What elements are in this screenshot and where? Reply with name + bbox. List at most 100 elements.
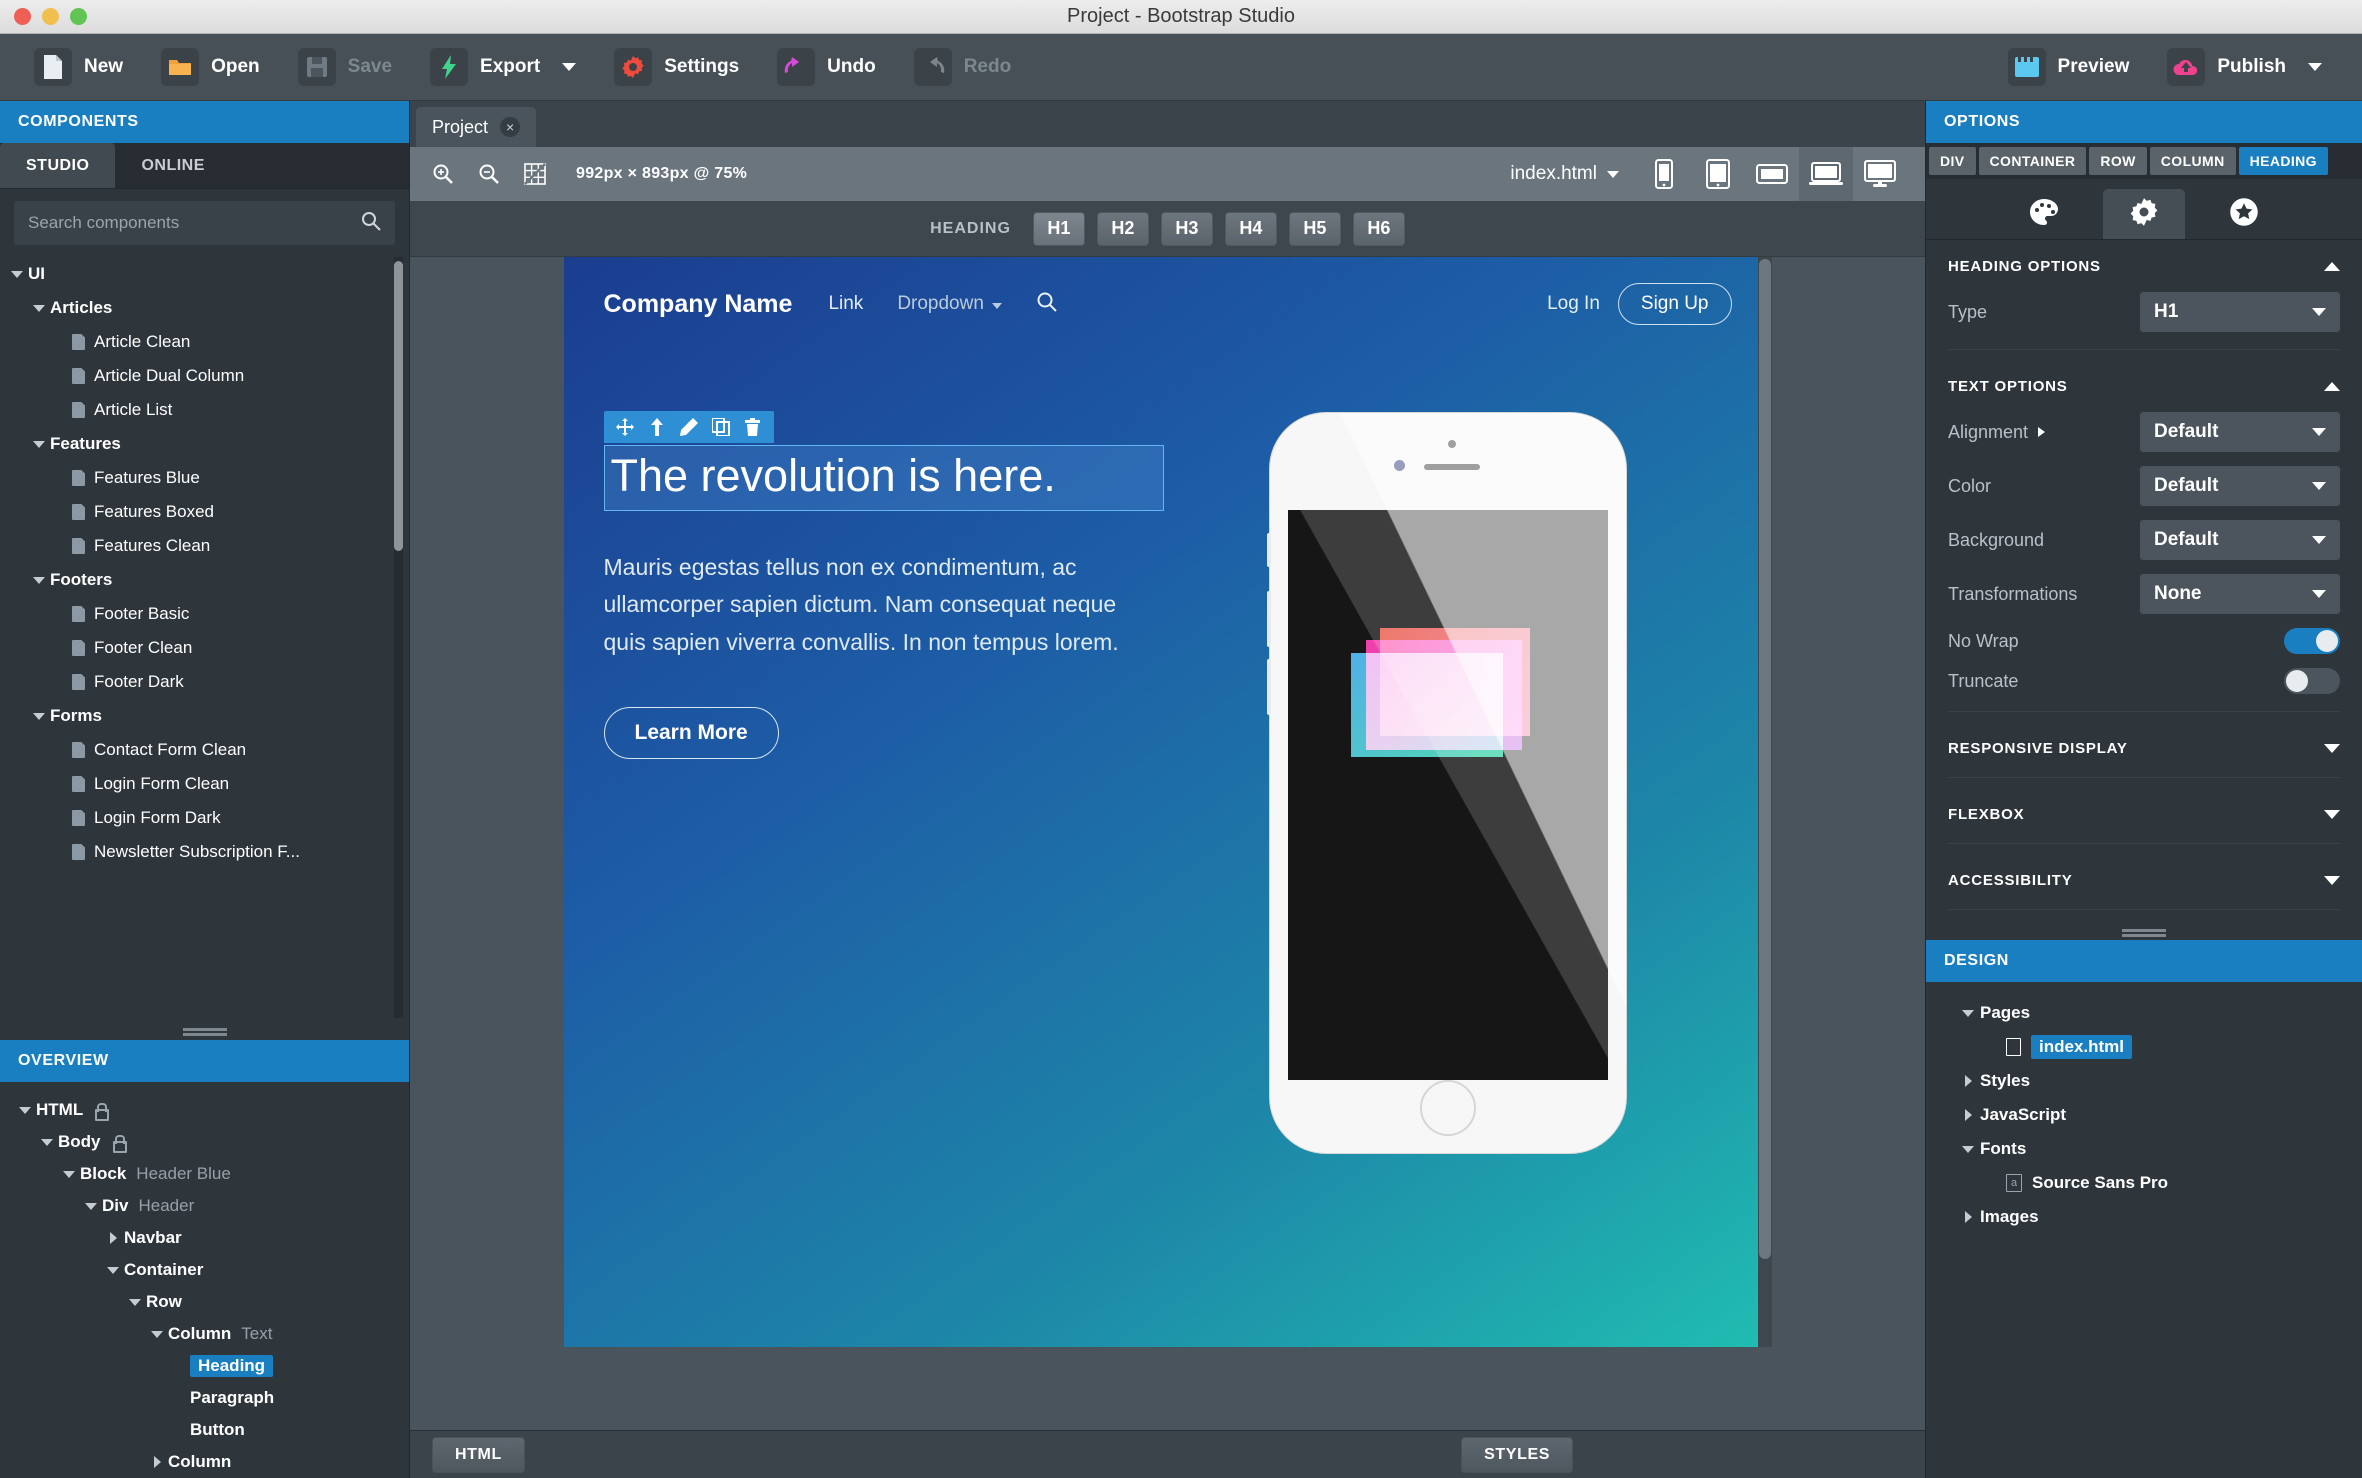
search-icon[interactable] [361, 211, 381, 236]
section-header-heading-options[interactable]: HEADING OPTIONS [1926, 240, 2362, 285]
breadcrumb-row[interactable]: ROW [2089, 147, 2146, 175]
tree-toggle[interactable] [124, 1299, 146, 1306]
heading-h4-button[interactable]: H4 [1225, 212, 1277, 246]
file-selector[interactable]: index.html [1492, 163, 1637, 185]
tab-studio[interactable]: STUDIO [0, 143, 115, 188]
overview-tree-row[interactable]: ColumnText [6, 1318, 409, 1350]
new-button[interactable]: New [18, 42, 139, 92]
hero-heading[interactable]: The revolution is here. [604, 445, 1164, 511]
component-item-row[interactable]: Newsletter Subscription F... [6, 835, 409, 869]
select-alignment[interactable]: Default [2140, 412, 2340, 452]
open-button[interactable]: Open [145, 42, 276, 92]
canvas-area[interactable]: Company Name Link Dropdown Log In Sign U… [410, 257, 1925, 1430]
component-item-row[interactable]: Contact Form Clean [6, 733, 409, 767]
search-box[interactable] [14, 201, 395, 245]
device-tablet-landscape-button[interactable] [1745, 147, 1799, 201]
preview-button[interactable]: Preview [1992, 42, 2146, 92]
close-icon[interactable]: × [500, 117, 520, 137]
favorites-tab[interactable] [2203, 189, 2285, 239]
redo-button[interactable]: Redo [898, 42, 1028, 92]
page-scrollbar-track[interactable] [1758, 257, 1772, 1347]
overview-tree-row[interactable]: Column [6, 1446, 409, 1478]
component-item-row[interactable]: Features Blue [6, 461, 409, 495]
tree-toggle[interactable] [102, 1232, 124, 1244]
design-tree-row[interactable]: Styles [1926, 1064, 2362, 1098]
heading-h6-button[interactable]: H6 [1353, 212, 1405, 246]
design-tree-row[interactable]: JavaScript [1926, 1098, 2362, 1132]
select-parent-icon[interactable] [642, 412, 672, 442]
select-background[interactable]: Default [2140, 520, 2340, 560]
tab-online[interactable]: ONLINE [115, 143, 230, 188]
settings-tab[interactable] [2103, 189, 2185, 239]
hero-paragraph[interactable]: Mauris egestas tellus non ex condimentum… [604, 549, 1164, 661]
palette-tab[interactable] [2003, 189, 2085, 239]
select-color[interactable]: Default [2140, 466, 2340, 506]
select-transformations[interactable]: None [2140, 574, 2340, 614]
device-laptop-button[interactable] [1799, 147, 1853, 201]
breadcrumb-heading[interactable]: HEADING [2239, 147, 2328, 175]
tree-toggle[interactable] [28, 713, 50, 720]
overview-tree-row[interactable]: BlockHeader Blue [6, 1158, 409, 1190]
navbar-login-link[interactable]: Log In [1547, 293, 1600, 315]
toggle-truncate[interactable] [2284, 668, 2340, 694]
component-item-row[interactable]: Footer Dark [6, 665, 409, 699]
heading-h2-button[interactable]: H2 [1097, 212, 1149, 246]
zoom-in-icon[interactable] [428, 159, 458, 189]
component-item-row[interactable]: Footer Basic [6, 597, 409, 631]
tree-toggle[interactable] [28, 305, 50, 312]
heading-h1-button[interactable]: H1 [1033, 212, 1085, 246]
overview-tree-row[interactable]: Paragraph [6, 1382, 409, 1414]
heading-h5-button[interactable]: H5 [1289, 212, 1341, 246]
hero-learn-more-button[interactable]: Learn More [604, 707, 779, 759]
component-item-row[interactable]: Article Clean [6, 325, 409, 359]
design-tree-row[interactable]: Pages [1926, 996, 2362, 1030]
edit-pencil-icon[interactable] [674, 412, 704, 442]
component-item-row[interactable]: Footer Clean [6, 631, 409, 665]
tree-toggle[interactable] [146, 1456, 168, 1468]
right-panel-resize-handle[interactable] [1926, 920, 2362, 940]
component-item-row[interactable]: Features Boxed [6, 495, 409, 529]
tree-toggle[interactable] [6, 271, 28, 278]
component-group-row[interactable]: Articles [6, 291, 409, 325]
save-button[interactable]: Save [282, 42, 408, 92]
overview-tree-row[interactable]: Row [6, 1286, 409, 1318]
overview-tree-row[interactable]: HTML [6, 1094, 409, 1126]
move-icon[interactable] [610, 412, 640, 442]
component-item-row[interactable]: Article List [6, 393, 409, 427]
export-button[interactable]: Export [414, 42, 592, 92]
design-tree-row[interactable]: Images [1926, 1200, 2362, 1234]
overview-tree[interactable]: HTMLBodyBlockHeader BlueDivHeaderNavbarC… [0, 1082, 409, 1478]
overview-tree-row[interactable]: Button [6, 1414, 409, 1446]
tree-toggle[interactable] [1956, 1211, 1980, 1223]
components-scrollbar-thumb[interactable] [394, 261, 403, 551]
breadcrumb-container[interactable]: CONTAINER [1979, 147, 2087, 175]
section-header-accessibility[interactable]: ACCESSIBILITY [1926, 854, 2362, 899]
device-phone-button[interactable] [1637, 147, 1691, 201]
html-panel-button[interactable]: HTML [432, 1437, 525, 1473]
panel-resize-handle[interactable] [0, 1018, 409, 1040]
section-header-text-options[interactable]: TEXT OPTIONS [1926, 360, 2362, 405]
design-tree[interactable]: Pagesindex.htmlStylesJavaScriptFontsaSou… [1926, 982, 2362, 1234]
grid-toggle-icon[interactable] [520, 159, 550, 189]
tree-toggle[interactable] [80, 1203, 102, 1210]
component-group-row[interactable]: Footers [6, 563, 409, 597]
component-item-row[interactable]: Features Clean [6, 529, 409, 563]
page-scrollbar-thumb[interactable] [1759, 259, 1771, 1259]
project-tab[interactable]: Project × [416, 107, 536, 147]
search-input[interactable] [28, 213, 361, 233]
breadcrumb-div[interactable]: DIV [1929, 147, 1976, 175]
tree-toggle[interactable] [58, 1171, 80, 1178]
design-tree-row[interactable]: aSource Sans Pro [1926, 1166, 2362, 1200]
component-group-row[interactable]: Forms [6, 699, 409, 733]
component-group-row[interactable]: UI [6, 257, 409, 291]
page-preview[interactable]: Company Name Link Dropdown Log In Sign U… [564, 257, 1772, 1347]
overview-tree-row[interactable]: DivHeader [6, 1190, 409, 1222]
zoom-out-icon[interactable] [474, 159, 504, 189]
overview-tree-row[interactable]: Body [6, 1126, 409, 1158]
navbar-signup-button[interactable]: Sign Up [1618, 283, 1732, 325]
components-tree[interactable]: UIArticlesArticle CleanArticle Dual Colu… [0, 257, 409, 1018]
tree-toggle[interactable] [28, 577, 50, 584]
tree-toggle[interactable] [102, 1267, 124, 1274]
design-tree-row[interactable]: Fonts [1926, 1132, 2362, 1166]
tree-toggle[interactable] [1956, 1075, 1980, 1087]
